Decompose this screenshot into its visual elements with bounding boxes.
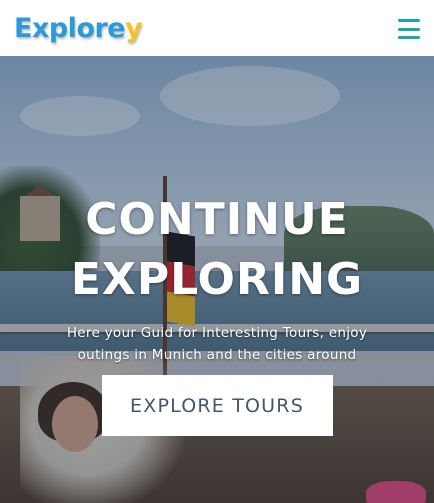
hamburger-menu-icon[interactable]	[398, 19, 420, 39]
logo-main-text: Explore	[14, 12, 126, 44]
menu-bar	[398, 27, 420, 31]
menu-bar	[398, 19, 420, 22]
explore-tours-button[interactable]: EXPLORE TOURS	[101, 375, 333, 436]
site-logo[interactable]: Explore y	[14, 12, 143, 44]
hero-title: CONTINUE EXPLORING	[71, 190, 363, 310]
hero-title-line2: EXPLORING	[70, 254, 364, 305]
menu-bar	[398, 36, 420, 39]
hero-content: CONTINUE EXPLORING Here your Guid for In…	[0, 56, 434, 503]
logo-accent-text: y	[125, 12, 143, 44]
hero-title-line1: CONTINUE	[85, 194, 349, 245]
site-header: Explore y	[0, 0, 434, 56]
hero-section: CONTINUE EXPLORING Here your Guid for In…	[0, 56, 434, 503]
hero-subtitle: Here your Guid for Interesting Tours, en…	[66, 325, 368, 363]
